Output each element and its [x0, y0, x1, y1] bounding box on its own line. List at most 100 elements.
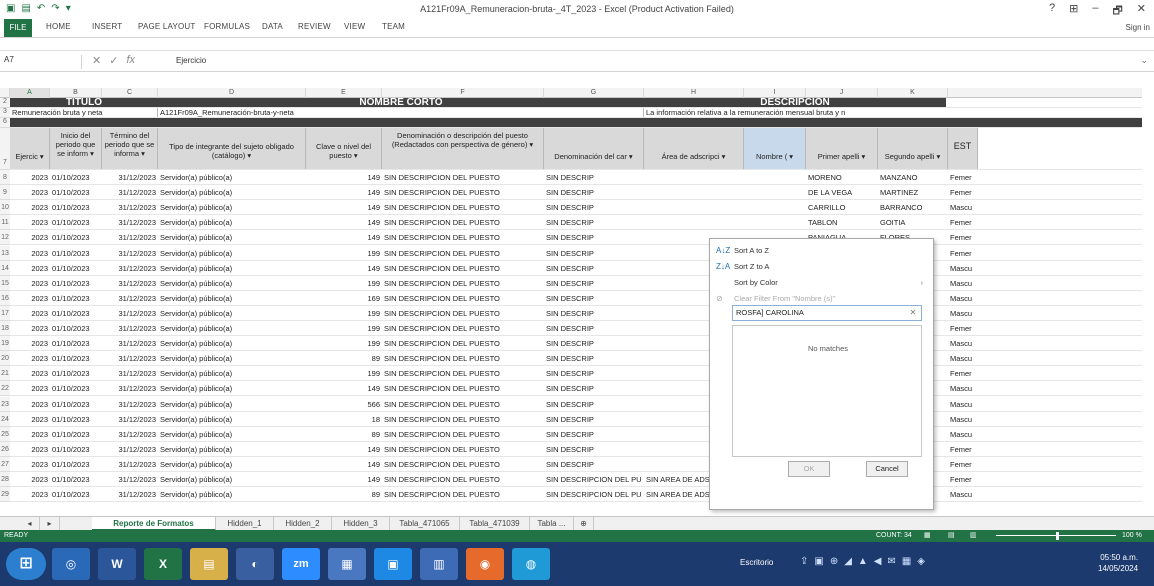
cell[interactable]: Mascu: [948, 200, 978, 214]
cell[interactable]: SIN DESCRIP: [544, 427, 644, 441]
cell[interactable]: 01/10/2023: [50, 215, 102, 229]
cell[interactable]: 01/10/2023: [50, 457, 102, 471]
cell[interactable]: SIN DESCRIP: [544, 336, 644, 350]
cell[interactable]: Servidor(a) público(a): [158, 472, 306, 486]
cell[interactable]: 31/12/2023: [102, 442, 158, 456]
cell[interactable]: 01/10/2023: [50, 487, 102, 501]
enter-formula-icon[interactable]: ✓: [109, 54, 118, 67]
cell[interactable]: [644, 215, 744, 229]
cell[interactable]: Servidor(a) público(a): [158, 185, 306, 199]
cell[interactable]: Servidor(a) público(a): [158, 487, 306, 501]
cell[interactable]: 31/12/2023: [102, 321, 158, 335]
page-layout-view-icon[interactable]: ▤: [948, 531, 955, 539]
cell[interactable]: 2023: [10, 276, 50, 290]
cell[interactable]: Servidor(a) público(a): [158, 381, 306, 395]
tab-file[interactable]: FILE: [4, 19, 32, 37]
firefox-icon[interactable]: ◉: [466, 548, 504, 580]
cell[interactable]: SIN DESCRIP: [544, 351, 644, 365]
cell[interactable]: 01/10/2023: [50, 397, 102, 411]
cell[interactable]: 01/10/2023: [50, 366, 102, 380]
column-header[interactable]: C: [102, 88, 158, 98]
cell[interactable]: 01/10/2023: [50, 321, 102, 335]
row-header[interactable]: 7: [0, 128, 10, 170]
column-header[interactable]: G: [544, 88, 644, 98]
cell[interactable]: SIN DESCRIP: [544, 246, 644, 260]
cell[interactable]: 2023: [10, 457, 50, 471]
cell[interactable]: Servidor(a) público(a): [158, 306, 306, 320]
cell[interactable]: SIN DESCRIPCION DEL PUESTO: [382, 246, 544, 260]
header-cell-denominacion[interactable]: Denominación o descripción del puesto (R…: [382, 128, 544, 169]
row-header[interactable]: 23: [0, 396, 10, 412]
cell[interactable]: MANZANO: [878, 170, 948, 184]
row-header[interactable]: 9: [0, 185, 10, 201]
header-cell-termino[interactable]: Término del periodo que se informa ▾: [102, 128, 158, 169]
filter-search-input[interactable]: ROSFA] CAROLINA ✕: [732, 305, 922, 321]
cell[interactable]: BARRANCO: [878, 200, 948, 214]
cell[interactable]: MARTINEZ: [878, 185, 948, 199]
cell[interactable]: Femer: [948, 366, 978, 380]
sort-a-to-z-item[interactable]: A↓Z Sort A to Z: [710, 243, 933, 259]
cell[interactable]: SIN DESCRIPCION DEL PUESTO: [382, 276, 544, 290]
cell[interactable]: 01/10/2023: [50, 185, 102, 199]
cell[interactable]: Mascu: [948, 427, 978, 441]
cell[interactable]: SIN DESCRIP: [544, 185, 644, 199]
title-header-cell[interactable]: TÍTULO: [10, 98, 158, 107]
cell[interactable]: SIN DESCRIPCION DEL PUESTO: [382, 442, 544, 456]
header-cell-primer-apellido[interactable]: Primer apelli ▾: [806, 128, 878, 169]
row-header[interactable]: 15: [0, 275, 10, 291]
cell[interactable]: 2023: [10, 215, 50, 229]
row-header[interactable]: 19: [0, 336, 10, 352]
cell[interactable]: 2023: [10, 291, 50, 305]
tab-team[interactable]: TEAM: [382, 22, 405, 31]
cell[interactable]: SIN DESCRIPCION DEL PUESTO: [382, 336, 544, 350]
cell[interactable]: 199: [306, 336, 382, 350]
cell[interactable]: Mascu: [948, 336, 978, 350]
cell[interactable]: 01/10/2023: [50, 351, 102, 365]
cell[interactable]: 2023: [10, 170, 50, 184]
row-header[interactable]: 26: [0, 441, 10, 457]
cancel-button[interactable]: Cancel: [866, 461, 908, 477]
sheet-tab-tabla-471065[interactable]: Tabla_471065: [390, 517, 460, 531]
tab-data[interactable]: DATA: [262, 22, 283, 31]
zoom-app-icon[interactable]: zm: [282, 548, 320, 580]
insert-function-icon[interactable]: fx: [126, 54, 135, 67]
cell[interactable]: 2023: [10, 306, 50, 320]
cell[interactable]: SIN DESCRIP: [544, 321, 644, 335]
cell[interactable]: Femer: [948, 442, 978, 456]
start-button-icon[interactable]: ⊞: [6, 548, 46, 580]
cell[interactable]: 149: [306, 457, 382, 471]
row-header[interactable]: 10: [0, 200, 10, 216]
cell[interactable]: 01/10/2023: [50, 381, 102, 395]
cell[interactable]: 31/12/2023: [102, 351, 158, 365]
cell[interactable]: Femer: [948, 246, 978, 260]
cell[interactable]: 149: [306, 170, 382, 184]
cell[interactable]: [644, 200, 744, 214]
cell[interactable]: Mascu: [948, 261, 978, 275]
cell[interactable]: SIN DESCRIP: [544, 230, 644, 244]
cell[interactable]: 169: [306, 291, 382, 305]
cell[interactable]: 149: [306, 200, 382, 214]
cell[interactable]: SIN DESCRIPCION DEL PUESTO: [382, 472, 544, 486]
row-header[interactable]: 25: [0, 426, 10, 442]
cell[interactable]: Servidor(a) público(a): [158, 397, 306, 411]
cell[interactable]: 2023: [10, 185, 50, 199]
cell[interactable]: 89: [306, 351, 382, 365]
cell[interactable]: SIN DESCRIP: [544, 215, 644, 229]
row-header[interactable]: 8: [0, 170, 10, 186]
cell[interactable]: 01/10/2023: [50, 472, 102, 486]
cell[interactable]: 2023: [10, 397, 50, 411]
tab-insert[interactable]: INSERT: [92, 22, 122, 31]
cell[interactable]: SIN DESCRIPCION DEL PUESTO: [382, 215, 544, 229]
cell[interactable]: SIN DESCRIPCION DEL PUESTO: [382, 397, 544, 411]
cell[interactable]: 31/12/2023: [102, 291, 158, 305]
cell[interactable]: Femer: [948, 170, 978, 184]
sheet-tab-hidden-3[interactable]: Hidden_3: [332, 517, 390, 531]
cell[interactable]: 31/12/2023: [102, 170, 158, 184]
cell[interactable]: 31/12/2023: [102, 185, 158, 199]
edge-icon[interactable]: ◍: [512, 548, 550, 580]
column-header[interactable]: H: [644, 88, 744, 98]
cell[interactable]: 2023: [10, 412, 50, 426]
scroll-tabs-right-icon[interactable]: ▸: [40, 517, 60, 531]
tab-view[interactable]: VIEW: [344, 22, 365, 31]
cell[interactable]: 566: [306, 397, 382, 411]
